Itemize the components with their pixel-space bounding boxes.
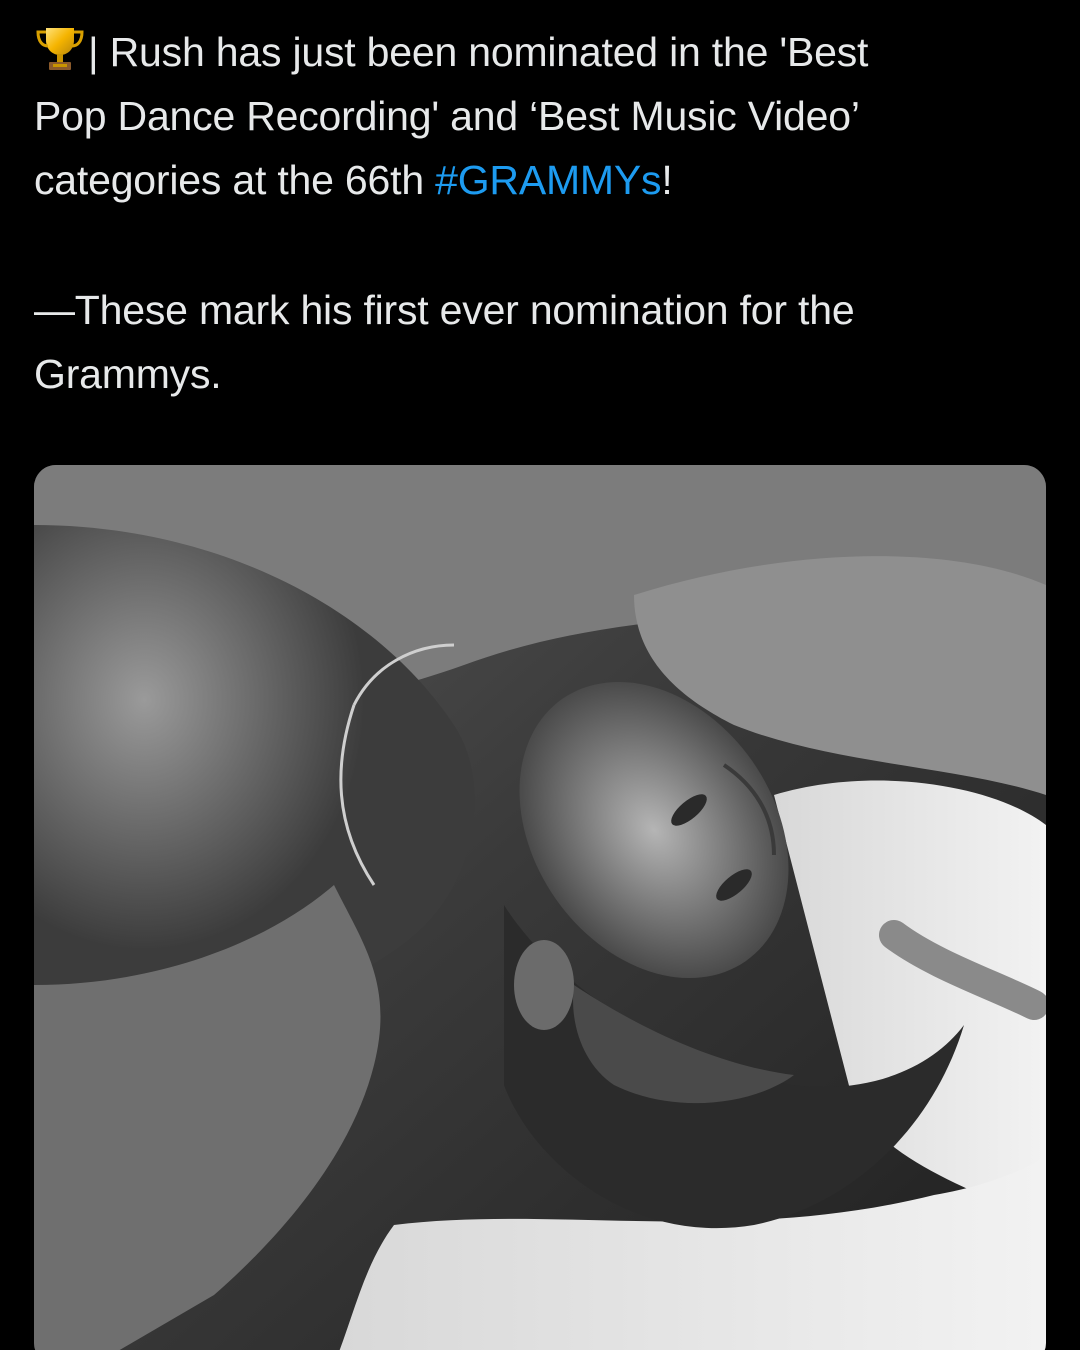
trophy-icon — [34, 24, 86, 74]
tweet-line-2: Pop Dance Recording' and ‘Best Music Vid… — [34, 93, 860, 139]
tweet-line-1: | Rush has just been nominated in the 'B… — [34, 20, 1044, 84]
tweet-line-3-end: ! — [661, 157, 673, 203]
tweet-line-3: categories at the 66th #GRAMMYs! — [34, 148, 1044, 212]
tweet-line-1-text: | Rush has just been nominated in the 'B… — [88, 29, 869, 75]
tweet-line-5: Grammys. — [34, 351, 222, 397]
tweet-photo[interactable] — [34, 465, 1046, 1350]
tweet-line-3-text: categories at the 66th — [34, 157, 436, 203]
photo-icon — [34, 465, 1046, 1350]
tweet-text: | Rush has just been nominated in the 'B… — [34, 20, 1044, 406]
tweet-line-4: —These mark his first ever nomination fo… — [34, 287, 855, 333]
grammys-hashtag-link[interactable]: #GRAMMYs — [435, 157, 661, 203]
